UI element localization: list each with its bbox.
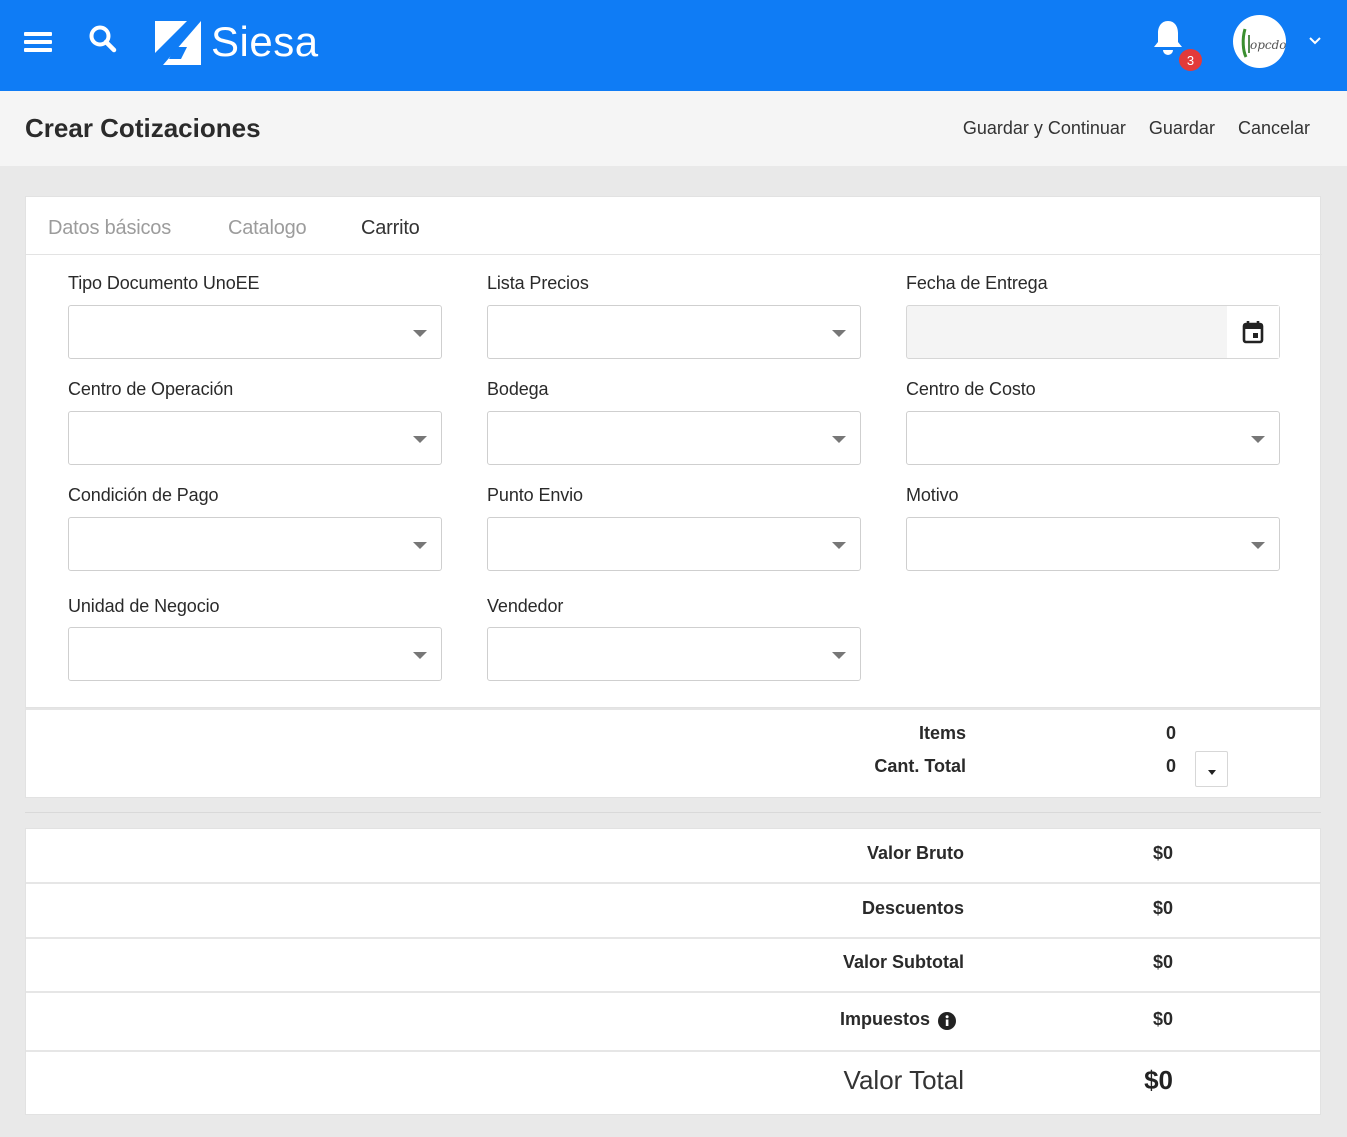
valor-bruto-value: $0 bbox=[1152, 843, 1173, 863]
dropdown-caret-icon bbox=[413, 436, 427, 443]
cancel-button[interactable]: Cancelar bbox=[1238, 118, 1310, 139]
condicion-pago-select[interactable] bbox=[68, 517, 442, 571]
dropdown-caret-icon bbox=[832, 330, 846, 337]
dropdown-caret-icon bbox=[832, 542, 846, 549]
punto-envio-select[interactable] bbox=[487, 517, 861, 571]
top-app-bar: Siesa 3 opcdo bbox=[0, 0, 1347, 91]
total-row-valor-subtotal: Valor Subtotal $0 bbox=[26, 939, 1320, 993]
cant-total-label: Cant. Total bbox=[874, 756, 966, 776]
calendar-icon bbox=[1242, 321, 1264, 344]
tab-carrito[interactable]: Carrito bbox=[361, 217, 420, 240]
bodega-select[interactable] bbox=[487, 411, 861, 465]
motivo-select[interactable] bbox=[906, 517, 1280, 571]
info-icon[interactable] bbox=[938, 1012, 956, 1030]
bodega-label: Bodega bbox=[487, 379, 549, 399]
page-header: Crear Cotizaciones Guardar y Continuar G… bbox=[0, 91, 1347, 166]
total-row-valor-bruto: Valor Bruto $0 bbox=[26, 829, 1320, 884]
tab-catalogo[interactable]: Catalogo bbox=[228, 217, 307, 240]
unidad-negocio-select[interactable] bbox=[68, 627, 442, 681]
dropdown-caret-icon bbox=[1251, 542, 1265, 549]
tab-bar: Datos básicos Catalogo Carrito bbox=[26, 197, 1322, 255]
company-logo-icon: opcdo bbox=[1241, 28, 1286, 58]
save-button[interactable]: Guardar bbox=[1149, 118, 1215, 139]
dropdown-caret-icon bbox=[832, 436, 846, 443]
descuentos-label: Descuentos bbox=[861, 898, 964, 918]
totals-panel: Valor Bruto $0 Descuentos $0 Valor Subto… bbox=[25, 828, 1321, 1115]
dropdown-caret-icon bbox=[413, 330, 427, 337]
brand-name: Siesa bbox=[211, 18, 319, 65]
tab-datos-basicos[interactable]: Datos básicos bbox=[48, 217, 171, 240]
cart-summary: Items 0 Cant. Total 0 bbox=[25, 708, 1321, 798]
cant-total-value: 0 bbox=[1165, 756, 1176, 776]
hamburger-menu-icon[interactable] bbox=[24, 30, 52, 54]
tipo-documento-select[interactable] bbox=[68, 305, 442, 359]
motivo-label: Motivo bbox=[906, 485, 959, 505]
dropdown-caret-icon bbox=[413, 652, 427, 659]
chevron-down-icon[interactable] bbox=[1307, 35, 1323, 47]
tipo-documento-label: Tipo Documento UnoEE bbox=[68, 273, 260, 293]
user-avatar[interactable]: opcdo bbox=[1233, 15, 1286, 68]
lista-precios-select[interactable] bbox=[487, 305, 861, 359]
dropdown-caret-icon bbox=[832, 652, 846, 659]
divider bbox=[25, 812, 1321, 813]
siesa-logo-mark-icon bbox=[155, 21, 201, 65]
calendar-picker-button[interactable] bbox=[1227, 306, 1279, 358]
siesa-logo[interactable]: Siesa bbox=[155, 18, 319, 66]
unidad-negocio-label: Unidad de Negocio bbox=[68, 596, 220, 616]
valor-total-value: $0 bbox=[1144, 1065, 1173, 1095]
centro-operacion-select[interactable] bbox=[68, 411, 442, 465]
centro-costo-select[interactable] bbox=[906, 411, 1280, 465]
fecha-entrega-label: Fecha de Entrega bbox=[906, 273, 1048, 293]
valor-subtotal-label: Valor Subtotal bbox=[842, 952, 964, 972]
centro-operacion-label: Centro de Operación bbox=[68, 379, 234, 399]
total-row-descuentos: Descuentos $0 bbox=[26, 884, 1320, 939]
valor-subtotal-value: $0 bbox=[1152, 952, 1173, 972]
dropdown-caret-icon bbox=[1251, 436, 1265, 443]
expand-items-button[interactable] bbox=[1195, 751, 1228, 787]
descuentos-value: $0 bbox=[1152, 898, 1173, 918]
save-and-continue-button[interactable]: Guardar y Continuar bbox=[963, 118, 1126, 139]
items-value: 0 bbox=[1165, 723, 1176, 743]
caret-down-icon bbox=[1208, 770, 1216, 775]
vendedor-select[interactable] bbox=[487, 627, 861, 681]
items-label: Items bbox=[918, 723, 966, 743]
valor-bruto-label: Valor Bruto bbox=[866, 843, 964, 863]
impuestos-label: Impuestos bbox=[839, 1009, 930, 1029]
svg-text:opcdo: opcdo bbox=[1250, 38, 1286, 52]
valor-total-label: Valor Total bbox=[843, 1065, 964, 1095]
dropdown-caret-icon bbox=[413, 542, 427, 549]
fecha-entrega-input[interactable] bbox=[906, 305, 1280, 359]
total-row-impuestos: Impuestos $0 bbox=[26, 993, 1320, 1052]
notifications-count-badge[interactable]: 3 bbox=[1176, 46, 1205, 74]
condicion-pago-label: Condición de Pago bbox=[68, 485, 219, 505]
header-actions: Guardar y Continuar Guardar Cancelar bbox=[963, 118, 1310, 139]
vendedor-label: Vendedor bbox=[487, 596, 564, 616]
punto-envio-label: Punto Envio bbox=[487, 485, 583, 505]
total-row-valor-total: Valor Total $0 bbox=[26, 1052, 1320, 1114]
centro-costo-label: Centro de Costo bbox=[906, 379, 1036, 399]
impuestos-value: $0 bbox=[1152, 1009, 1173, 1029]
quotation-form-card: Datos básicos Catalogo Carrito Tipo Docu… bbox=[25, 196, 1322, 708]
page-title: Crear Cotizaciones bbox=[25, 113, 261, 143]
search-icon[interactable] bbox=[88, 24, 118, 54]
lista-precios-label: Lista Precios bbox=[487, 273, 589, 293]
